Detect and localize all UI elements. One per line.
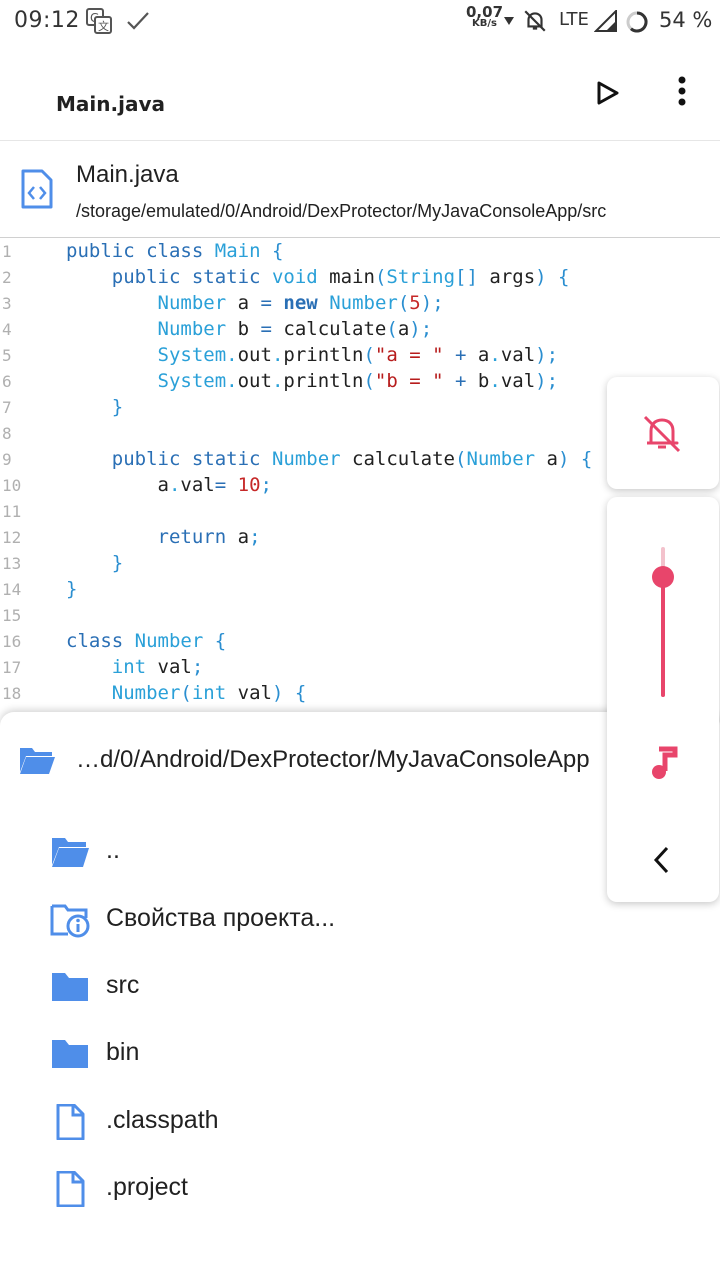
list-item-project[interactable]: .project xyxy=(0,1159,600,1219)
item-label: .classpath xyxy=(106,1106,219,1134)
folder-open-icon xyxy=(20,748,55,774)
music-note-icon[interactable] xyxy=(647,745,679,781)
folder-icon xyxy=(52,973,88,1001)
code-line: 4 Number b = calculate(a); xyxy=(2,318,433,340)
status-time: 09:12 xyxy=(14,8,80,33)
volume-slider-card xyxy=(607,497,719,902)
code-line: 1 public class Main { xyxy=(2,240,284,262)
check-icon xyxy=(127,12,149,30)
item-label: .project xyxy=(106,1173,188,1201)
download-arrow-icon xyxy=(504,17,514,25)
chevron-left-icon[interactable] xyxy=(651,845,673,875)
file-name: Main.java xyxy=(76,161,179,188)
toolbar-title: Main.java xyxy=(56,92,165,116)
code-line: 2 public static void main(String[] args)… xyxy=(2,266,570,288)
svg-text:文: 文 xyxy=(98,19,109,33)
list-item-bin[interactable]: bin xyxy=(0,1024,600,1084)
code-file-icon xyxy=(21,169,53,209)
item-label: src xyxy=(106,971,140,999)
file-path: /storage/emulated/0/Android/DexProtector… xyxy=(76,201,607,221)
item-label: .. xyxy=(106,836,120,864)
battery-percent: 54 % xyxy=(659,8,713,32)
volume-fill xyxy=(661,577,665,697)
code-line: 5 System.out.println("a = " + a.val); xyxy=(2,344,559,366)
file-header: Main.java /storage/emulated/0/Android/De… xyxy=(0,141,720,238)
folder-icon xyxy=(52,1040,88,1068)
translate-icon: G 文 xyxy=(86,8,112,34)
bell-off-icon[interactable] xyxy=(641,413,683,453)
play-icon[interactable] xyxy=(590,76,624,110)
signal-icon xyxy=(594,10,617,32)
code-line: 3 Number a = new Number(5); xyxy=(2,292,444,314)
folder-open-icon xyxy=(52,838,89,867)
network-speed: 0,07 KB/s xyxy=(466,3,504,30)
folder-info-icon xyxy=(50,904,90,938)
file-icon xyxy=(56,1171,85,1207)
status-bar: 09:12 G 文 0,07 KB/s LTE 54 % xyxy=(0,0,720,44)
app-toolbar: Main.java xyxy=(0,44,720,141)
list-item-parent[interactable]: .. xyxy=(0,822,600,882)
list-item-project-properties[interactable]: Свойства проекта... xyxy=(0,890,600,950)
item-label: Свойства проекта... xyxy=(106,904,336,932)
volume-thumb[interactable] xyxy=(652,566,674,588)
item-label: bin xyxy=(106,1038,140,1066)
file-icon xyxy=(56,1104,85,1140)
current-path: …d/0/Android/DexProtector/MyJavaConsoleA… xyxy=(76,746,590,773)
volume-mute-card[interactable] xyxy=(607,377,719,489)
battery-circle-icon xyxy=(626,11,648,33)
bell-off-status-icon xyxy=(524,10,546,32)
more-vert-icon[interactable] xyxy=(668,74,696,110)
list-item-src[interactable]: src xyxy=(0,957,600,1017)
network-type: LTE xyxy=(559,9,589,30)
list-item-classpath[interactable]: .classpath xyxy=(0,1092,600,1152)
